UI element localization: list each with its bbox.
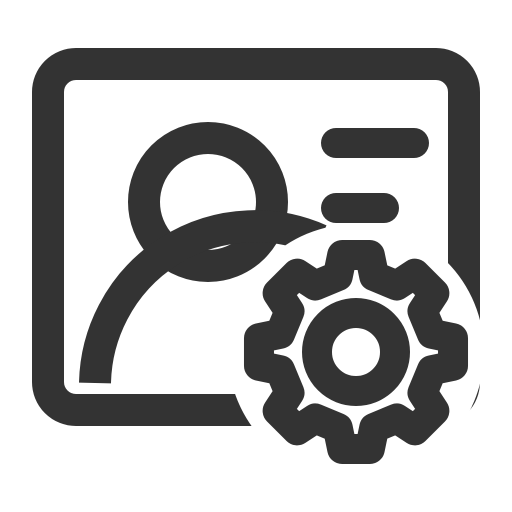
gear-center-ring xyxy=(302,298,410,406)
user-profile-settings-icon xyxy=(0,0,512,512)
user-profile-settings-svg xyxy=(32,48,480,465)
